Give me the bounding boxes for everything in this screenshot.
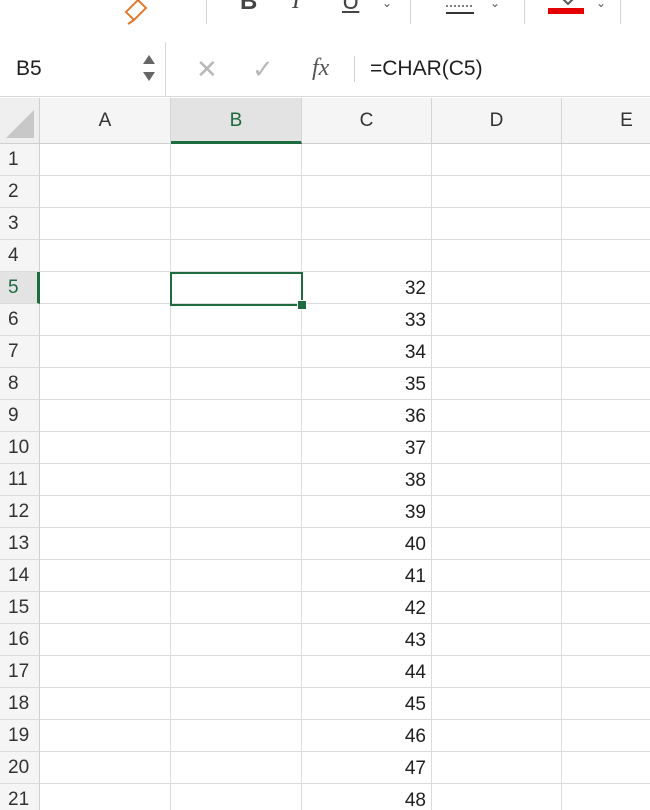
format-painter-icon[interactable] xyxy=(120,0,156,26)
cell-c5[interactable]: 32 xyxy=(302,272,432,304)
row-header-3[interactable]: 3 xyxy=(0,208,40,240)
column-header-a[interactable]: A xyxy=(40,98,171,144)
cell-c1[interactable] xyxy=(302,144,432,176)
formula-input[interactable]: =CHAR(C5) xyxy=(370,57,483,81)
select-all-corner[interactable] xyxy=(0,98,40,144)
cell-c17[interactable]: 44 xyxy=(302,656,432,688)
row-header-2[interactable]: 2 xyxy=(0,176,40,208)
borders-chevron-down-icon[interactable]: ⌄ xyxy=(490,0,500,10)
column-header-e[interactable]: E xyxy=(562,98,650,144)
cell-c21[interactable]: 48 xyxy=(302,784,432,810)
row-header-20[interactable]: 20 xyxy=(0,752,40,784)
row-header-19[interactable]: 19 xyxy=(0,720,40,752)
fill-color-icon[interactable] xyxy=(556,0,580,8)
row-header-15[interactable]: 15 xyxy=(0,592,40,624)
row-header-17[interactable]: 17 xyxy=(0,656,40,688)
cell-c19[interactable]: 46 xyxy=(302,720,432,752)
column-header-d[interactable]: D xyxy=(432,98,562,144)
cell-c13[interactable]: 40 xyxy=(302,528,432,560)
row-header-18[interactable]: 18 xyxy=(0,688,40,720)
ribbon-toolbar: B I U ⌄ ⌄ ⌄ xyxy=(0,0,650,42)
row-header-21[interactable]: 21 xyxy=(0,784,40,810)
ribbon-separator xyxy=(524,0,525,24)
underline-chevron-down-icon[interactable]: ⌄ xyxy=(382,0,392,10)
enter-icon[interactable]: ✓ xyxy=(252,54,274,85)
column-header-b[interactable]: B xyxy=(171,98,302,144)
cell-c16[interactable]: 43 xyxy=(302,624,432,656)
cell-c9[interactable]: 36 xyxy=(302,400,432,432)
row-header-8[interactable]: 8 xyxy=(0,368,40,400)
ribbon-separator xyxy=(620,0,621,24)
row-header-9[interactable]: 9 xyxy=(0,400,40,432)
bold-button[interactable]: B xyxy=(240,0,257,16)
row-header-14[interactable]: 14 xyxy=(0,560,40,592)
row-header-7[interactable]: 7 xyxy=(0,336,40,368)
cell-c10[interactable]: 37 xyxy=(302,432,432,464)
italic-button[interactable]: I xyxy=(292,0,300,15)
cell-c2[interactable] xyxy=(302,176,432,208)
underline-button[interactable]: U xyxy=(342,0,359,16)
cell-c7[interactable]: 34 xyxy=(302,336,432,368)
ribbon-separator xyxy=(206,0,207,24)
cell-c15[interactable]: 42 xyxy=(302,592,432,624)
row-header-11[interactable]: 11 xyxy=(0,464,40,496)
selected-cell-b5[interactable] xyxy=(170,272,303,306)
column-gridline xyxy=(170,144,171,810)
column-gridline xyxy=(561,144,562,810)
name-box[interactable]: B5 xyxy=(0,42,166,96)
cell-c8[interactable]: 35 xyxy=(302,368,432,400)
row-header-13[interactable]: 13 xyxy=(0,528,40,560)
cell-c4[interactable] xyxy=(302,240,432,272)
row-header-12[interactable]: 12 xyxy=(0,496,40,528)
row-header-6[interactable]: 6 xyxy=(0,304,40,336)
column-header-c[interactable]: C xyxy=(302,98,432,144)
cancel-icon[interactable]: ✕ xyxy=(196,54,218,85)
row-header-10[interactable]: 10 xyxy=(0,432,40,464)
fill-color-swatch xyxy=(548,8,584,14)
name-box-stepper-icon[interactable] xyxy=(140,50,158,86)
formula-separator xyxy=(354,56,355,82)
name-box-value: B5 xyxy=(16,57,42,80)
formula-area: ✕ ✓ fx =CHAR(C5) xyxy=(166,42,650,96)
fill-color-chevron-down-icon[interactable]: ⌄ xyxy=(596,0,606,10)
row-header-4[interactable]: 4 xyxy=(0,240,40,272)
cell-c18[interactable]: 45 xyxy=(302,688,432,720)
cell-c20[interactable]: 47 xyxy=(302,752,432,784)
cell-c6[interactable]: 33 xyxy=(302,304,432,336)
cell-c3[interactable] xyxy=(302,208,432,240)
ribbon-separator xyxy=(410,0,411,24)
cell-c14[interactable]: 41 xyxy=(302,560,432,592)
row-header-5[interactable]: 5 xyxy=(0,272,40,304)
insert-function-icon[interactable]: fx xyxy=(312,55,329,82)
borders-icon[interactable] xyxy=(444,0,476,16)
cell-c11[interactable]: 38 xyxy=(302,464,432,496)
fill-handle[interactable] xyxy=(297,300,307,310)
row-header-1[interactable]: 1 xyxy=(0,144,40,176)
row-header-16[interactable]: 16 xyxy=(0,624,40,656)
cell-c12[interactable]: 39 xyxy=(302,496,432,528)
formula-bar: B5 ✕ ✓ fx =CHAR(C5) xyxy=(0,42,650,97)
worksheet-grid[interactable]: A B C D E 1 2 3 4 5 6 7 8 9 10 11 12 13 14 15 16 17 18 19 2… xyxy=(0,98,650,810)
